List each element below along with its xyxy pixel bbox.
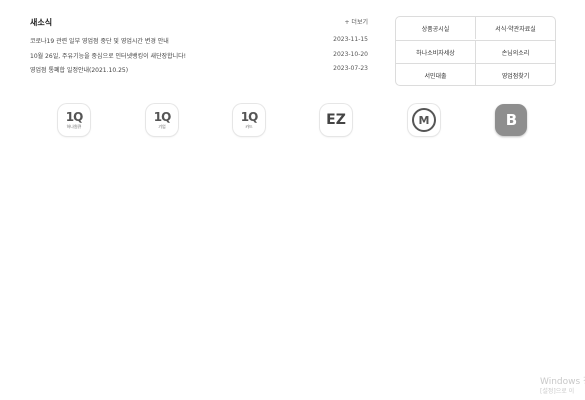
quick-link-product-disclosure[interactable]: 상품공시실 <box>396 17 475 39</box>
news-item[interactable]: 코로나19 관련 일부 영업점 중단 및 영업시간 변경 안내 2023-11-… <box>30 36 370 51</box>
news-item[interactable]: 10월 26일, 주유기능을 중심으로 인터넷뱅킹이 새단장합니다! 2023-… <box>30 51 370 66</box>
news-title: 새소식 <box>30 18 53 27</box>
quick-link-low-income-loan[interactable]: 서민대출 <box>396 63 475 85</box>
news-item-date: 2023-11-15 <box>333 36 368 43</box>
quick-link-consumer-world[interactable]: 하나소비자세상 <box>396 40 475 63</box>
news-item-date: 2023-07-23 <box>333 65 368 72</box>
news-section: 새소식 + 더보기 코로나19 관련 일부 영업점 중단 및 영업시간 변경 안… <box>30 12 370 74</box>
hana-1q-icon[interactable]: 1Q 하나원큐 <box>58 104 90 136</box>
news-list: 코로나19 관련 일부 영업점 중단 및 영업시간 변경 안내 2023-11-… <box>30 36 370 80</box>
quick-link-forms-terms[interactable]: 서식·약관자료실 <box>475 17 555 39</box>
news-header: 새소식 + 더보기 <box>30 12 370 30</box>
news-item-title: 영업점 통폐합 일정안내(2021.10.25) <box>30 67 129 74</box>
b-app-icon[interactable]: B <box>495 104 527 136</box>
app-label: 카드 <box>245 124 253 129</box>
quick-link-branch-finder[interactable]: 영업점찾기 <box>475 63 555 85</box>
quick-link-customer-voice[interactable]: 손님의소리 <box>475 40 555 63</box>
ez-app-icon[interactable]: EZ <box>320 104 352 136</box>
app-logo: 1Q <box>65 110 84 124</box>
windows-activation-watermark-sub: [설정]으로 이 <box>540 388 575 395</box>
money-logo-icon: M <box>412 108 436 132</box>
app-logo: EZ <box>326 112 346 128</box>
quick-links-grid: 상품공시실 서식·약관자료실 하나소비자세상 손님의소리 서민대출 영업점찾기 <box>395 16 556 86</box>
hana-1q-card-icon[interactable]: 1Q 카드 <box>233 104 265 136</box>
app-links: 1Q 하나원큐 1Q 기업 1Q 카드 EZ M B <box>0 104 585 138</box>
hana-1q-corporate-icon[interactable]: 1Q 기업 <box>146 104 178 136</box>
app-logo: M <box>419 114 430 127</box>
news-item-date: 2023-10-20 <box>333 50 368 58</box>
app-label: 기업 <box>158 124 166 129</box>
news-item-title: 10월 26일, 주유기능을 중심으로 인터넷뱅킹이 새단장합니다! <box>30 52 187 60</box>
news-item[interactable]: 영업점 통폐합 일정안내(2021.10.25) 2023-07-23 <box>30 65 370 80</box>
app-logo: 1Q <box>153 110 172 124</box>
money-app-icon[interactable]: M <box>408 104 440 136</box>
more-link[interactable]: + 더보기 <box>345 17 369 26</box>
news-item-title: 코로나19 관련 일부 영업점 중단 및 영업시간 변경 안내 <box>30 38 169 45</box>
app-logo: B <box>505 111 517 129</box>
app-logo: 1Q <box>240 110 259 124</box>
app-label: 하나원큐 <box>66 124 82 129</box>
